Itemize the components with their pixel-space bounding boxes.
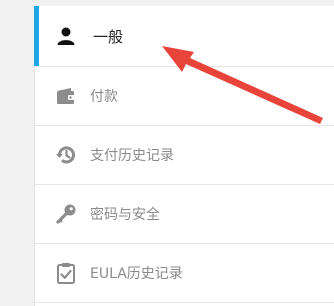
user-icon [55, 25, 77, 47]
menu-item-label: 密码与安全 [90, 207, 160, 223]
menu-item-label: 支付历史记录 [90, 148, 174, 164]
menu-item-payment-history[interactable]: 支付历史记录 [35, 126, 334, 185]
menu-item-label: 付款 [90, 89, 118, 105]
menu-item-label: EULA历史记录 [90, 266, 183, 282]
menu-item-password-security[interactable]: 密码与安全 [35, 185, 334, 244]
wallet-icon [55, 85, 77, 107]
menu-item-eula-history[interactable]: EULA历史记录 [35, 244, 334, 303]
settings-menu: 一般 付款 支付历史记录 密码与安全 EULA历史记录 [34, 6, 334, 306]
clipboard-check-icon [55, 262, 77, 284]
history-icon [55, 144, 77, 166]
menu-item-label: 一般 [93, 27, 124, 46]
menu-item-payment[interactable]: 付款 [35, 67, 334, 126]
menu-item-general[interactable]: 一般 [34, 6, 334, 67]
key-icon [55, 203, 77, 225]
